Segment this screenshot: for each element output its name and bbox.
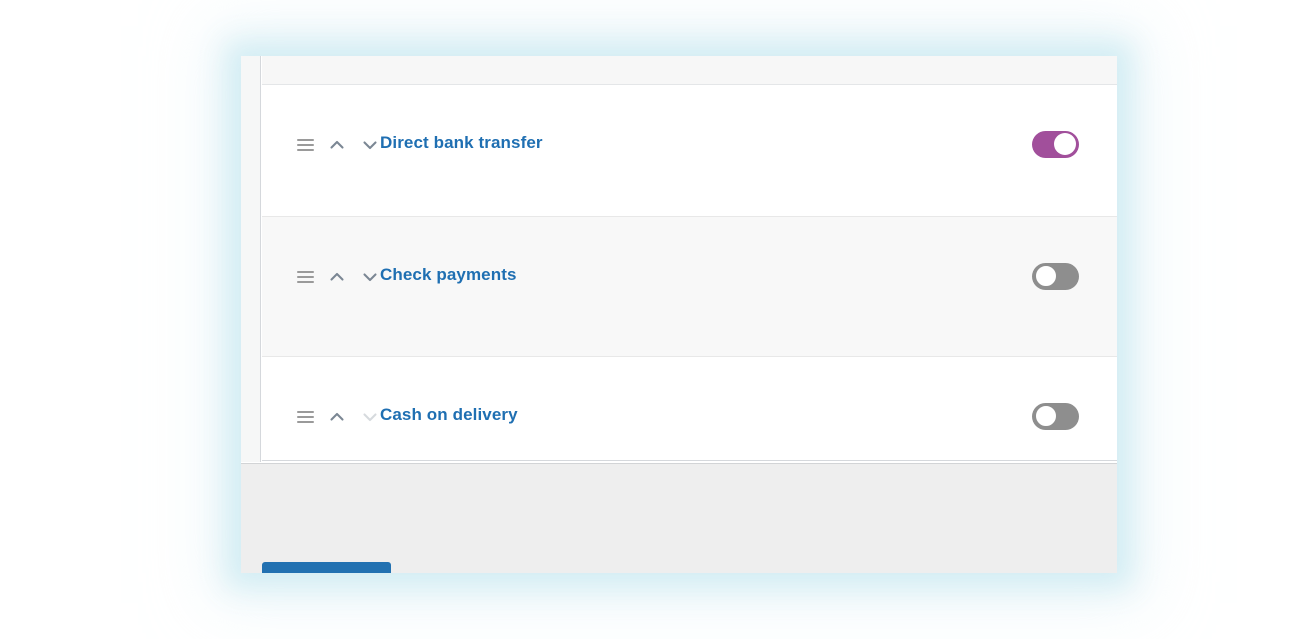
chevron-up-icon[interactable] xyxy=(327,407,347,427)
card-footer: Save changes xyxy=(241,463,1117,573)
toggle-knob xyxy=(1035,405,1057,427)
payment-method-link[interactable]: Check payments xyxy=(380,265,517,284)
row-toggle-cell xyxy=(1007,217,1117,290)
table-row[interactable]: Check payments xyxy=(262,217,1117,357)
payment-method-link[interactable]: Cash on delivery xyxy=(380,405,518,424)
drag-handle-icon[interactable] xyxy=(297,138,314,152)
row-title-cell: Direct bank transfer xyxy=(380,85,1007,153)
chevron-up-icon[interactable] xyxy=(327,135,347,155)
row-title-cell: Cash on delivery xyxy=(380,357,1007,425)
chevron-down-icon[interactable] xyxy=(360,135,380,155)
chevron-down-icon xyxy=(360,407,380,427)
save-changes-button[interactable]: Save changes xyxy=(262,562,392,573)
row-toggle-cell xyxy=(1007,85,1117,158)
row-sort-controls xyxy=(262,85,380,155)
row-toggle-cell xyxy=(1007,357,1117,430)
row-title-cell: Check payments xyxy=(380,217,1007,285)
enable-toggle[interactable] xyxy=(1032,131,1079,158)
table-row[interactable]: Cash on delivery xyxy=(262,357,1117,461)
drag-handle-icon[interactable] xyxy=(297,410,314,424)
page-canvas: Direct bank transfer Check payments Cash… xyxy=(0,0,1300,639)
payment-methods-card: Direct bank transfer Check payments Cash… xyxy=(241,56,1117,573)
toggle-knob xyxy=(1035,265,1057,287)
payment-method-link[interactable]: Direct bank transfer xyxy=(380,133,543,152)
payment-gateways-table: Direct bank transfer Check payments Cash… xyxy=(262,56,1117,461)
enable-toggle[interactable] xyxy=(1032,403,1079,430)
table-header-strip xyxy=(262,56,1117,85)
toggle-knob xyxy=(1054,133,1076,155)
enable-toggle[interactable] xyxy=(1032,263,1079,290)
drag-handle-icon[interactable] xyxy=(297,270,314,284)
table-left-gutter xyxy=(241,56,261,462)
chevron-up-icon[interactable] xyxy=(327,267,347,287)
row-sort-controls xyxy=(262,217,380,287)
table-row[interactable]: Direct bank transfer xyxy=(262,85,1117,217)
row-sort-controls xyxy=(262,357,380,427)
chevron-down-icon[interactable] xyxy=(360,267,380,287)
